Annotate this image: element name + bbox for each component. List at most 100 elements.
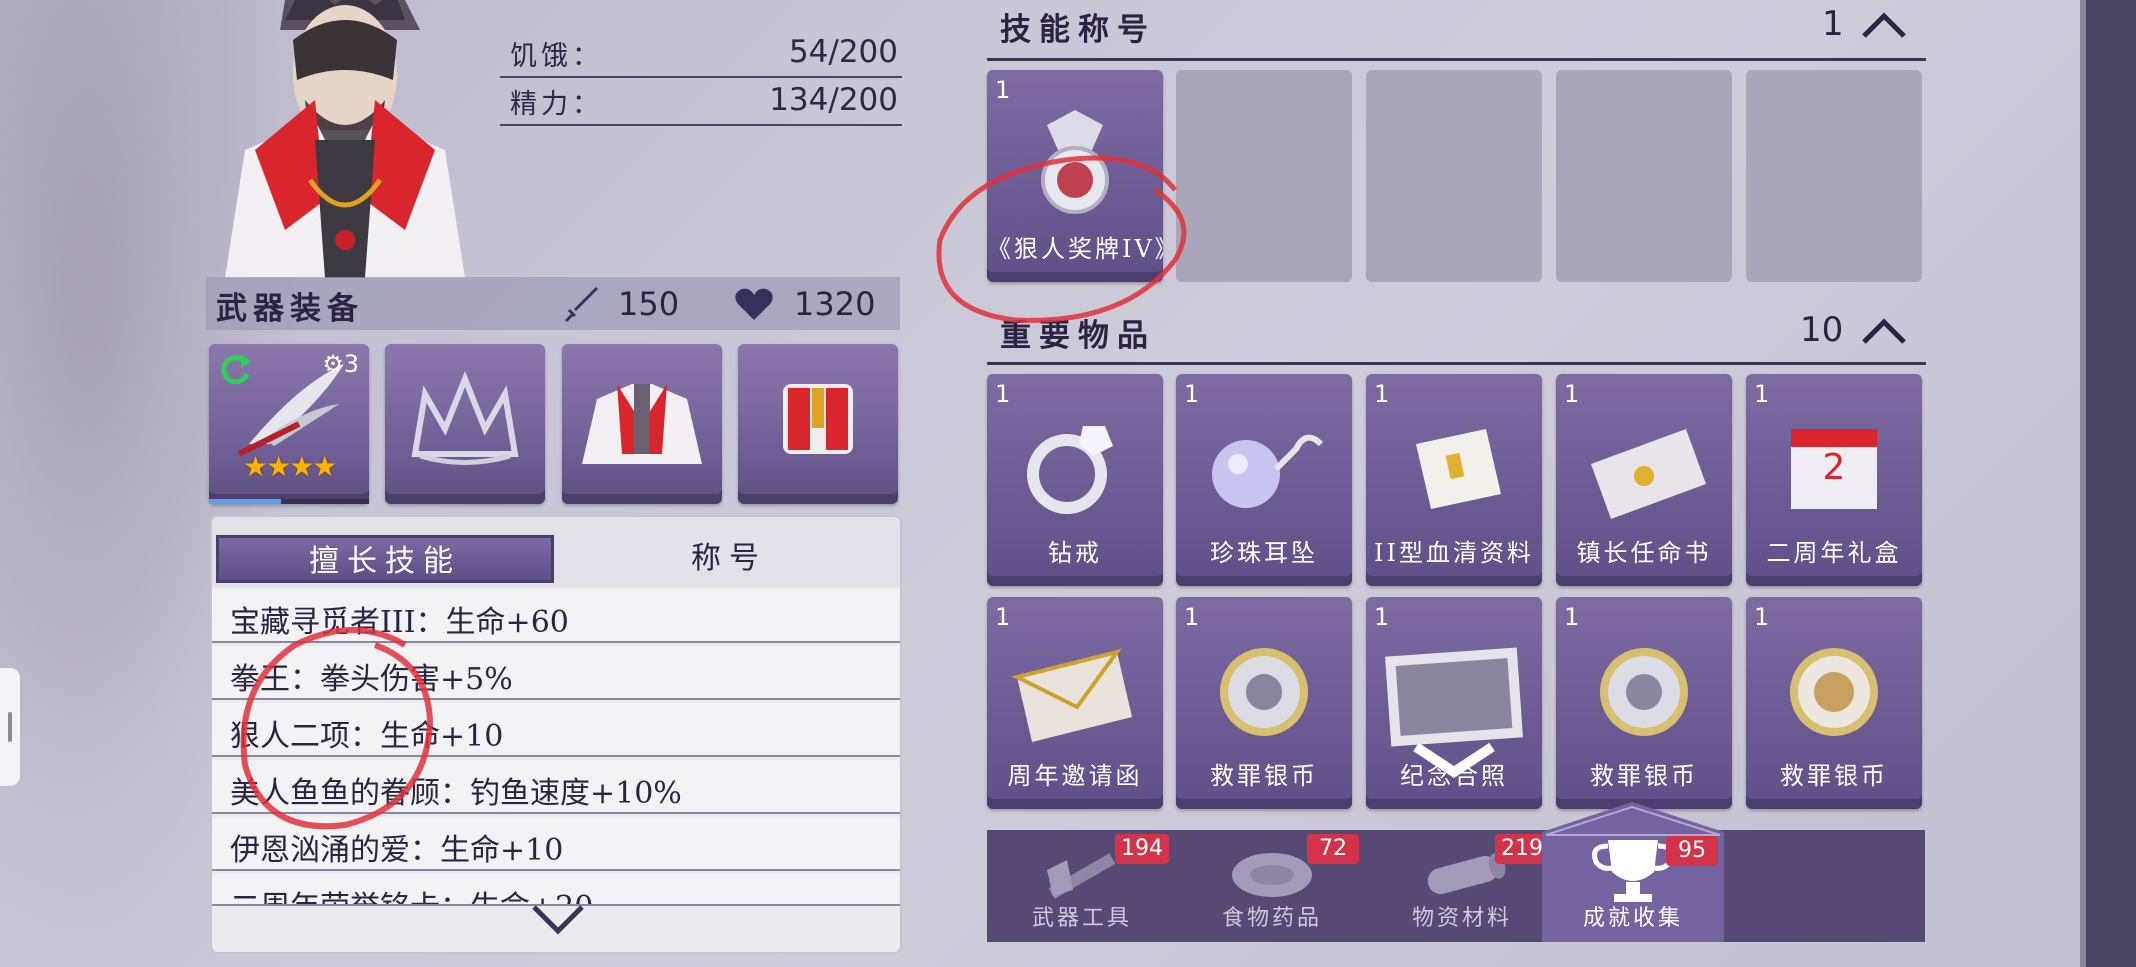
item-quantity: 1 xyxy=(995,603,1011,631)
health-value: 1320 xyxy=(794,285,876,323)
equip-slot-pants[interactable] xyxy=(738,344,898,504)
key-items-heading: 重要物品 xyxy=(1000,318,1156,354)
category-badge: 95 xyxy=(1666,836,1718,866)
sword-icon xyxy=(565,287,598,322)
empty-slot xyxy=(1176,70,1352,282)
gear-level-badge: ⚙3 xyxy=(322,350,359,378)
empty-slot xyxy=(1556,70,1732,282)
skill-text: 宝藏寻觅者III：生命+60 xyxy=(230,605,569,640)
skills-panel: 擅长技能 称号 宝藏寻觅者III：生命+60 拳王：拳头伤害+5% 狠人二项：生… xyxy=(210,515,902,954)
hunger-value: 54/200 xyxy=(788,34,898,70)
weapon-section-title: 武器装备 xyxy=(216,291,364,327)
category-label: 武器工具 xyxy=(1031,906,1132,931)
chevron-up-icon[interactable] xyxy=(1860,316,1908,346)
category-tabbar: 194 武器工具 72 食物药品 219 物资材料 xyxy=(987,830,1925,942)
hunger-stat: 饥饿： 54/200 xyxy=(500,30,902,78)
empty-slot xyxy=(1366,70,1542,282)
divider xyxy=(987,58,1926,61)
empty-slot xyxy=(1746,70,1922,282)
item-name: II型血清资料 xyxy=(1374,539,1534,567)
skill-text: 狠人二项：生命+10 xyxy=(230,719,504,754)
key-item-silver-coin[interactable]: 1 救罪银币 xyxy=(1746,597,1922,809)
skill-row: 伊恩汹涌的爱：生命+10 xyxy=(212,817,900,871)
item-name: 救罪银币 xyxy=(1590,762,1698,790)
skill-row: 拳王：拳头伤害+5% xyxy=(212,646,900,700)
gear-icon: ⚙ xyxy=(322,350,344,378)
item-name: 救罪银币 xyxy=(1210,762,1318,790)
item-quantity: 1 xyxy=(1754,603,1770,631)
key-item-earring[interactable]: 1 珍珠耳坠 xyxy=(1176,374,1352,586)
key-item-silver-coin[interactable]: 1 救罪银币 xyxy=(1556,597,1732,809)
key-item-serum-doc[interactable]: 1 II型血清资料 xyxy=(1366,374,1542,586)
energy-label: 精力： xyxy=(510,89,603,120)
key-item-mayor-letter[interactable]: 1 镇长任命书 xyxy=(1556,374,1732,586)
chevron-down-icon[interactable] xyxy=(530,901,586,937)
character-portrait xyxy=(225,0,465,278)
skill-row: 狠人二项：生命+10 xyxy=(212,703,900,757)
robe-icon xyxy=(582,384,702,464)
attack-value: 150 xyxy=(618,285,680,323)
item-name: 纪念合照 xyxy=(1400,762,1508,790)
equip-slot-weapon[interactable]: ⚙3 ★★★★ xyxy=(209,344,369,504)
category-label: 食物药品 xyxy=(1221,906,1322,931)
item-quantity: 1 xyxy=(995,380,1011,408)
tab-materials[interactable]: 219 物资材料 xyxy=(1367,830,1557,942)
item-name: 周年邀请函 xyxy=(1007,762,1143,790)
gear-level-value: 3 xyxy=(343,350,359,378)
equip-slot-crown[interactable] xyxy=(385,344,545,504)
item-quantity: 1 xyxy=(1374,603,1390,631)
crown-icon xyxy=(411,370,519,465)
item-name: 《狠人奖牌IV》 xyxy=(987,235,1163,263)
item-name: 二周年礼盒 xyxy=(1766,539,1902,567)
chevron-up-icon[interactable] xyxy=(1860,10,1908,40)
item-quantity: 1 xyxy=(1564,603,1580,631)
key-items-count: 10 xyxy=(1800,310,1844,350)
right-edge-panel xyxy=(2086,0,2136,967)
star-rating: ★★★★ xyxy=(243,450,337,483)
item-quantity: 1 xyxy=(1754,380,1770,408)
item-quantity: 1 xyxy=(1374,380,1390,408)
skills-tabbar: 擅长技能 称号 xyxy=(212,517,900,587)
skill-row: 宝藏寻觅者III：生命+60 xyxy=(212,589,900,643)
skill-titles-heading: 技能称号 xyxy=(1000,12,1156,48)
weapon-equipment-header: 武器装备 150 1320 xyxy=(206,277,900,330)
key-item-gift-box[interactable]: 2 1 二周年礼盒 xyxy=(1746,374,1922,586)
skill-text: 美人鱼鱼的眷顾：钓鱼速度+10% xyxy=(230,776,682,811)
key-item-ring[interactable]: 1 钻戒 xyxy=(987,374,1163,586)
skill-list: 宝藏寻觅者III：生命+60 拳王：拳头伤害+5% 狠人二项：生命+10 美人鱼… xyxy=(212,589,900,909)
tab-weapons-tools[interactable]: 194 武器工具 xyxy=(987,830,1177,942)
tab-titles[interactable]: 称号 xyxy=(564,535,894,583)
tab-food-medicine[interactable]: 72 食物药品 xyxy=(1177,830,1367,942)
divider xyxy=(987,362,1926,365)
category-badge: 72 xyxy=(1307,834,1359,864)
tab-specialty-skills[interactable]: 擅长技能 xyxy=(216,535,554,583)
item-name: 救罪银币 xyxy=(1780,762,1888,790)
item-name: 镇长任命书 xyxy=(1576,539,1712,567)
category-badge: 194 xyxy=(1115,834,1169,864)
skill-row: 美人鱼鱼的眷顾：钓鱼速度+10% xyxy=(212,760,900,814)
hunger-label: 饥饿： xyxy=(510,41,603,72)
key-item-invitation[interactable]: 1 周年邀请函 xyxy=(987,597,1163,809)
key-item-silver-coin[interactable]: 1 救罪银币 xyxy=(1176,597,1352,809)
item-quantity: 1 xyxy=(1564,380,1580,408)
key-item-photo[interactable]: 1 纪念合照 xyxy=(1366,597,1542,809)
energy-value: 134/200 xyxy=(769,82,898,118)
category-label: 成就收集 xyxy=(1582,906,1683,931)
weapon-progress-fill xyxy=(209,499,281,504)
refresh-icon[interactable] xyxy=(215,350,255,390)
tab-achievements[interactable]: 95 成就收集 xyxy=(1542,802,1724,942)
item-name: 钻戒 xyxy=(1048,539,1102,567)
equip-slot-robe[interactable] xyxy=(562,344,722,504)
svg-text:2: 2 xyxy=(1823,447,1846,488)
item-quantity: 1 xyxy=(1184,380,1200,408)
title-medal-item[interactable]: 1 《狠人奖牌IV》 xyxy=(987,70,1163,282)
skill-text: 拳王：拳头伤害+5% xyxy=(230,662,513,697)
skill-text: 伊恩汹涌的爱：生命+10 xyxy=(230,833,564,868)
category-label: 物资材料 xyxy=(1411,906,1512,931)
pants-icon xyxy=(783,384,853,454)
heart-icon xyxy=(735,288,773,320)
item-quantity: 1 xyxy=(995,76,1011,104)
item-quantity: 1 xyxy=(1184,603,1200,631)
side-drawer-handle[interactable] xyxy=(0,668,20,786)
weapon-progress-bar xyxy=(209,499,369,504)
